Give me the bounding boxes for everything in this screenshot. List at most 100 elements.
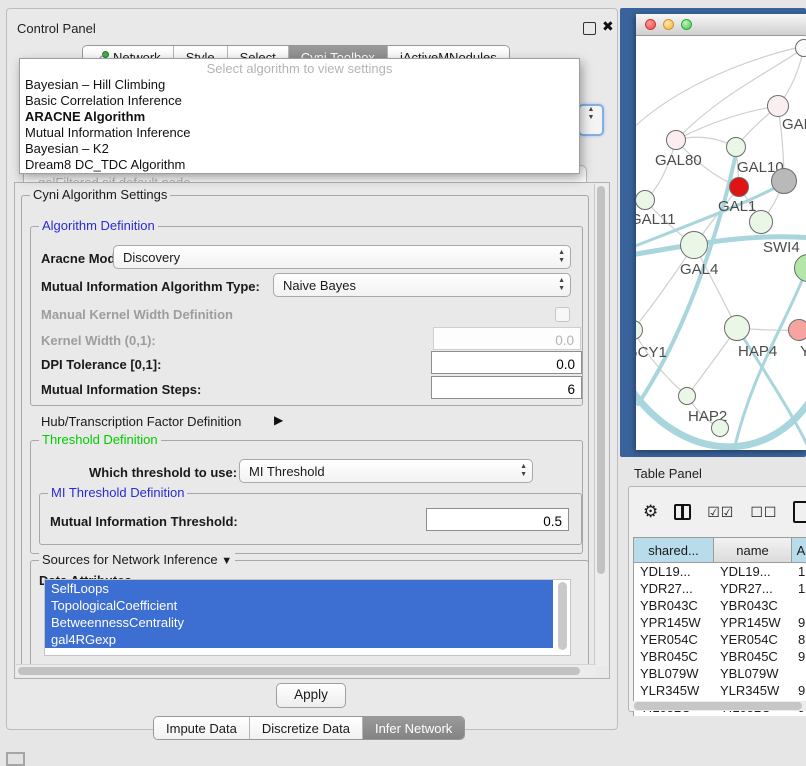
table-body: YDL19...YDL19...13YDR27...YDR27...12YBR0…: [634, 563, 806, 716]
network-window: GALGAL80GAL10GAL1GAL11GAL4SWI4GCY1HAP4YH…: [636, 14, 806, 450]
apply-button[interactable]: Apply: [276, 683, 346, 708]
algorithm-dropdown-popup: Select algorithm to view settings Bayesi…: [19, 58, 580, 174]
network-node-hap2[interactable]: [678, 387, 696, 405]
hub-tf-section-label[interactable]: Hub/Transcription Factor Definition: [41, 414, 241, 429]
algorithm-list: Bayesian – Hill ClimbingBasic Correlatio…: [20, 77, 579, 173]
group-algorithm-definition: Algorithm Definition Aracne Mode: Discov…: [30, 226, 583, 406]
dpi-tolerance-input[interactable]: [431, 351, 582, 374]
tab-discretize-data[interactable]: Discretize Data: [250, 717, 363, 739]
data-attribute-item[interactable]: BetweennessCentrality: [45, 614, 553, 631]
table-header-row: shared... name A: [634, 538, 806, 563]
deselect-all-columns-icon[interactable]: ☐☐: [750, 504, 777, 521]
gear-icon[interactable]: ⚙: [643, 503, 658, 521]
cyni-bottom-tabbar: Impute Data Discretize Data Infer Networ…: [153, 716, 465, 740]
settings-vertical-scrollbar[interactable]: [594, 184, 608, 667]
column-header-name[interactable]: name: [714, 538, 792, 562]
column-header-partial[interactable]: A: [792, 538, 806, 562]
network-node-gal4[interactable]: [680, 231, 708, 259]
kernel-width-label: Kernel Width (0,1):: [41, 333, 156, 348]
data-attributes-list[interactable]: SelfLoopsTopologicalCoefficientBetweenne…: [44, 579, 571, 656]
table-cell: YLR345W: [714, 682, 792, 699]
network-node[interactable]: [771, 168, 797, 194]
table-row[interactable]: YBR045CYBR045C9.: [634, 648, 806, 665]
network-node-y[interactable]: [788, 319, 806, 341]
float-window-icon[interactable]: [583, 22, 596, 35]
algorithm-option[interactable]: Mutual Information Inference: [20, 125, 579, 141]
table-cell: 9.: [792, 648, 806, 665]
network-node-gal11[interactable]: [636, 190, 655, 210]
settings-scrollpane: Cyni Algorithm Settings Algorithm Defini…: [14, 182, 610, 679]
table-cell: YBL079W: [634, 665, 714, 682]
control-panel-window: Control Panel ✖ Network Style Select Cyn…: [6, 8, 618, 730]
close-icon[interactable]: ✖: [602, 18, 614, 35]
algorithm-option[interactable]: ARACNE Algorithm: [20, 109, 579, 125]
collapsed-panel-icon[interactable]: [6, 752, 25, 766]
columns-icon[interactable]: [674, 504, 691, 520]
table-cell: 9.: [792, 614, 806, 631]
node-label: GAL1: [718, 198, 756, 215]
zoom-traffic-light-icon[interactable]: [681, 19, 692, 30]
table-row[interactable]: YDR27...YDR27...12: [634, 580, 806, 597]
table-cell: YBR045C: [714, 648, 792, 665]
settings-horizontal-scrollbar[interactable]: [16, 664, 596, 677]
data-attribute-item[interactable]: gal4RGexp: [45, 631, 553, 648]
table-row[interactable]: YDL19...YDL19...13: [634, 563, 806, 580]
attributes-scrollbar[interactable]: [558, 582, 567, 652]
dpi-tolerance-label: DPI Tolerance [0,1]:: [41, 357, 161, 372]
algorithm-option[interactable]: Bayesian – K2: [20, 141, 579, 157]
collapse-right-icon[interactable]: ▶: [274, 413, 283, 427]
table-horizontal-scrollbar[interactable]: [633, 701, 806, 711]
kernel-width-input[interactable]: [433, 327, 581, 350]
network-node-gal[interactable]: [767, 95, 789, 117]
table-row[interactable]: YPR145WYPR145W9.: [634, 614, 806, 631]
table-row[interactable]: YLR345WYLR345W9.: [634, 682, 806, 699]
stepper-arrows-icon: ▲▼: [558, 277, 565, 293]
table-cell: YPR145W: [714, 614, 792, 631]
data-attribute-item[interactable]: SelfLoops: [45, 580, 553, 597]
network-window-titlebar[interactable]: [636, 14, 806, 36]
which-threshold-combo[interactable]: MI Threshold ▲▼: [239, 459, 533, 483]
node-label: GAL4: [680, 261, 718, 278]
table-row[interactable]: YBR043CYBR043C: [634, 597, 806, 614]
table-row[interactable]: YER054CYER054C8.: [634, 631, 806, 648]
mi-threshold-input[interactable]: [426, 508, 569, 531]
tab-infer-network[interactable]: Infer Network: [363, 717, 464, 739]
tab-impute-data[interactable]: Impute Data: [154, 717, 250, 739]
table-cell: YDL19...: [634, 563, 714, 580]
network-node-hap4[interactable]: [724, 315, 750, 341]
minimize-traffic-light-icon[interactable]: [663, 19, 674, 30]
aracne-mode-combo[interactable]: Discovery ▲▼: [113, 245, 571, 269]
column-header-shared-name[interactable]: shared...: [634, 538, 714, 562]
mi-algorithm-type-combo[interactable]: Naive Bayes ▲▼: [273, 273, 571, 297]
table-cell: YER054C: [634, 631, 714, 648]
network-view-frame: GALGAL80GAL10GAL1GAL11GAL4SWI4GCY1HAP4YH…: [620, 8, 806, 457]
network-node-gal80[interactable]: [666, 130, 686, 150]
group-threshold-definition: Threshold Definition Which threshold to …: [30, 440, 583, 554]
algorithm-option[interactable]: Basic Correlation Inference: [20, 93, 579, 109]
select-all-columns-icon[interactable]: ☑☑: [707, 504, 734, 521]
algorithm-combo-stepper[interactable]: ▲▼: [578, 104, 604, 136]
network-node[interactable]: [795, 39, 806, 57]
algorithm-option[interactable]: Dream8 DC_TDC Algorithm: [20, 157, 579, 173]
network-node[interactable]: [711, 419, 729, 437]
table-cell: YBR043C: [714, 597, 792, 614]
export-table-icon[interactable]: [793, 501, 806, 523]
mi-steps-input[interactable]: [431, 376, 582, 399]
close-traffic-light-icon[interactable]: [645, 19, 656, 30]
table-row[interactable]: YBL079WYBL079W: [634, 665, 806, 682]
node-label: SWI4: [763, 239, 800, 256]
algorithm-option[interactable]: Bayesian – Hill Climbing: [20, 77, 579, 93]
network-node-gal10[interactable]: [726, 137, 746, 157]
table-cell: YER054C: [714, 631, 792, 648]
data-attribute-item[interactable]: TopologicalCoefficient: [45, 597, 553, 614]
table-cell: YDL19...: [714, 563, 792, 580]
network-node-gal1[interactable]: [729, 177, 749, 197]
manual-kernel-checkbox[interactable]: [555, 307, 570, 322]
node-table: shared... name A YDL19...YDL19...13YDR27…: [633, 537, 806, 716]
network-node[interactable]: [749, 210, 773, 234]
table-toolbar: ⚙ ☑☑ ☐☐: [643, 501, 806, 523]
collapse-down-icon[interactable]: ▼: [221, 555, 232, 567]
mi-threshold-label: Mutual Information Threshold:: [50, 514, 238, 529]
network-canvas[interactable]: GALGAL80GAL10GAL1GAL11GAL4SWI4GCY1HAP4YH…: [636, 36, 806, 450]
table-cell: [792, 665, 806, 682]
